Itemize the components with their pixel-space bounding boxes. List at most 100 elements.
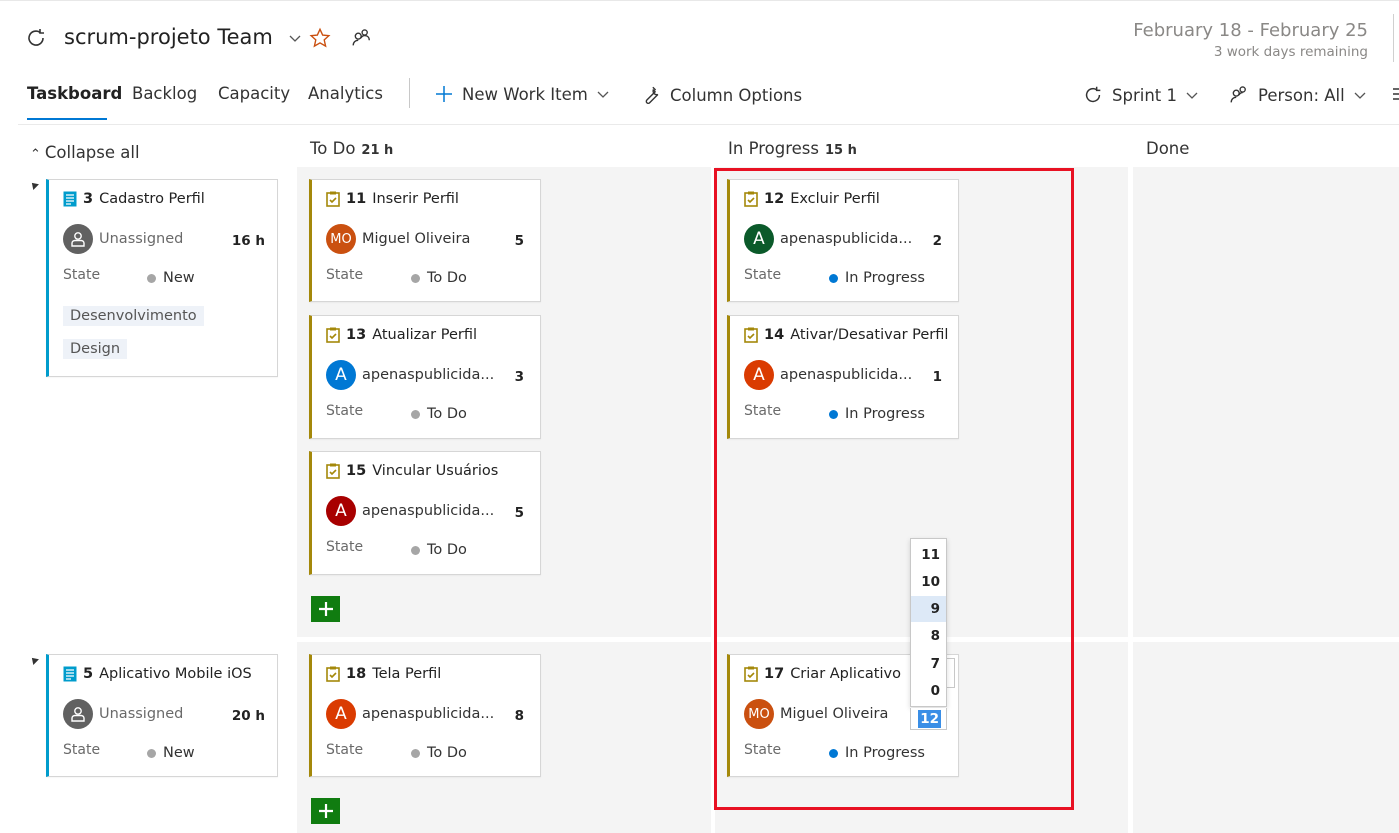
sprint-label: Sprint 1 [1112, 85, 1177, 105]
new-work-item-button[interactable]: New Work Item [434, 84, 610, 104]
expand-row-toggle[interactable] [29, 655, 39, 665]
task-card[interactable]: 13 Atualizar Perfil A apenaspublicida...… [309, 315, 541, 439]
person-filter[interactable]: Person: All [1228, 84, 1367, 106]
state-value[interactable]: To Do [411, 542, 467, 558]
assignee[interactable]: MO Miguel Oliveira [326, 224, 470, 254]
state-dot [411, 409, 420, 419]
card-title: 5 Aplicativo Mobile iOS [63, 666, 252, 682]
state-value[interactable]: New [147, 745, 195, 761]
work-item-title[interactable]: Vincular Usuários [372, 463, 498, 479]
assignee-name: Miguel Oliveira [362, 231, 471, 247]
avatar: MO [326, 224, 356, 254]
state-dot [411, 748, 420, 758]
work-item-title[interactable]: Cadastro Perfil [99, 191, 205, 207]
chevron-down-icon [1354, 92, 1366, 99]
favorite-star-icon[interactable] [309, 27, 331, 53]
state-dot [411, 545, 420, 555]
chevron-down-icon [597, 91, 609, 98]
work-item-title[interactable]: Aplicativo Mobile iOS [99, 666, 252, 682]
remaining-work[interactable]: 8 [515, 708, 524, 724]
unassigned-avatar-icon [63, 224, 93, 254]
assignee-name: Unassigned [99, 706, 184, 722]
add-task-button[interactable] [311, 798, 340, 824]
state-value[interactable]: To Do [411, 270, 467, 286]
assignee-name: apenaspublicida... [362, 367, 495, 383]
sprint-date-range: February 18 - February 25 [1133, 20, 1368, 41]
backlog-item-card[interactable]: 3 Cadastro Perfil Unassigned 16 h State … [46, 179, 278, 377]
unassigned-avatar-icon [63, 699, 93, 729]
assignee[interactable]: A apenaspublicida... [326, 496, 494, 526]
task-card[interactable]: 11 Inserir Perfil MO Miguel Oliveira 5 S… [309, 179, 541, 302]
plus-icon [436, 86, 452, 102]
task-card[interactable]: 15 Vincular Usuários A apenaspublicida..… [309, 451, 541, 575]
lane-2-done-cell [1133, 642, 1399, 833]
sprint-selector[interactable]: Sprint 1 [1082, 84, 1199, 106]
tag: Desenvolvimento [63, 306, 204, 326]
work-days-remaining: 3 work days remaining [1213, 44, 1368, 60]
team-members-icon[interactable] [350, 27, 372, 53]
tab-capacity[interactable]: Capacity [218, 84, 290, 103]
work-item-title[interactable]: Atualizar Perfil [372, 327, 477, 343]
column-options-button[interactable]: Column Options [640, 84, 802, 106]
header-separator [18, 124, 1399, 125]
column-hours: 21 h [361, 143, 394, 158]
triangle-icon [29, 655, 39, 665]
sprint-cycle-icon [24, 26, 48, 50]
remaining-work[interactable]: 5 [515, 505, 524, 521]
work-item-id: 13 [346, 327, 367, 343]
work-item-title[interactable]: Inserir Perfil [372, 191, 459, 207]
state-value[interactable]: To Do [411, 406, 467, 422]
assignee[interactable]: A apenaspublicida... [326, 360, 494, 390]
state-text: New [163, 270, 195, 286]
remaining-work[interactable]: 3 [515, 369, 524, 385]
team-selector[interactable]: scrum-projeto Team [64, 25, 302, 49]
task-clipboard-icon [326, 327, 340, 343]
task-clipboard-icon [326, 666, 340, 682]
task-clipboard-icon [326, 463, 340, 479]
triangle-icon [29, 180, 39, 190]
column-header-done: Done [1146, 139, 1189, 158]
state-label: State [326, 539, 364, 555]
assignee[interactable]: A apenaspublicida... [326, 699, 494, 729]
tab-backlog[interactable]: Backlog [132, 84, 197, 103]
person-filter-label: Person: All [1258, 85, 1345, 105]
state-label: State [63, 267, 101, 283]
state-text: To Do [427, 542, 467, 558]
task-card[interactable]: 18 Tela Perfil A apenaspublicida... 8 St… [309, 654, 541, 777]
column-name: To Do [310, 139, 356, 158]
add-task-button[interactable] [311, 596, 340, 622]
remaining-work[interactable]: 16 h [232, 233, 265, 249]
assignee-name: apenaspublicida... [362, 503, 495, 519]
assignee-name: Unassigned [99, 231, 184, 247]
assignee[interactable]: Unassigned [63, 224, 183, 254]
work-item-id: 11 [346, 191, 367, 207]
remaining-work[interactable]: 5 [515, 233, 524, 249]
collapse-all-button[interactable]: ⌃ Collapse all [30, 143, 140, 162]
work-item-title[interactable]: Tela Perfil [372, 666, 441, 682]
state-value[interactable]: New [147, 270, 195, 286]
new-work-item-label: New Work Item [462, 84, 588, 104]
remaining-work[interactable]: 20 h [232, 708, 265, 724]
state-dot [147, 273, 156, 283]
header-edge-divider [1393, 14, 1394, 62]
task-clipboard-icon [326, 191, 340, 207]
plus-icon [318, 602, 333, 616]
state-label: State [63, 742, 101, 758]
column-name: In Progress [728, 139, 819, 158]
lane-1-done-cell [1133, 167, 1399, 637]
state-dot [147, 748, 156, 758]
assignee[interactable]: Unassigned [63, 699, 183, 729]
avatar: A [326, 360, 356, 390]
backlog-item-card[interactable]: 5 Aplicativo Mobile iOS Unassigned 20 h … [46, 654, 278, 777]
state-text: New [163, 745, 195, 761]
expand-row-toggle[interactable] [29, 180, 39, 190]
collapse-icon: ⌃ [30, 147, 41, 162]
tab-analytics[interactable]: Analytics [308, 84, 383, 103]
highlight-box [714, 168, 1074, 810]
card-title: 18 Tela Perfil [326, 666, 441, 682]
state-value[interactable]: To Do [411, 745, 467, 761]
tab-taskboard[interactable]: Taskboard [27, 84, 122, 103]
column-hours: 15 h [824, 143, 857, 158]
chevron-down-icon [289, 35, 300, 42]
overflow-menu-icon[interactable] [1391, 86, 1399, 106]
